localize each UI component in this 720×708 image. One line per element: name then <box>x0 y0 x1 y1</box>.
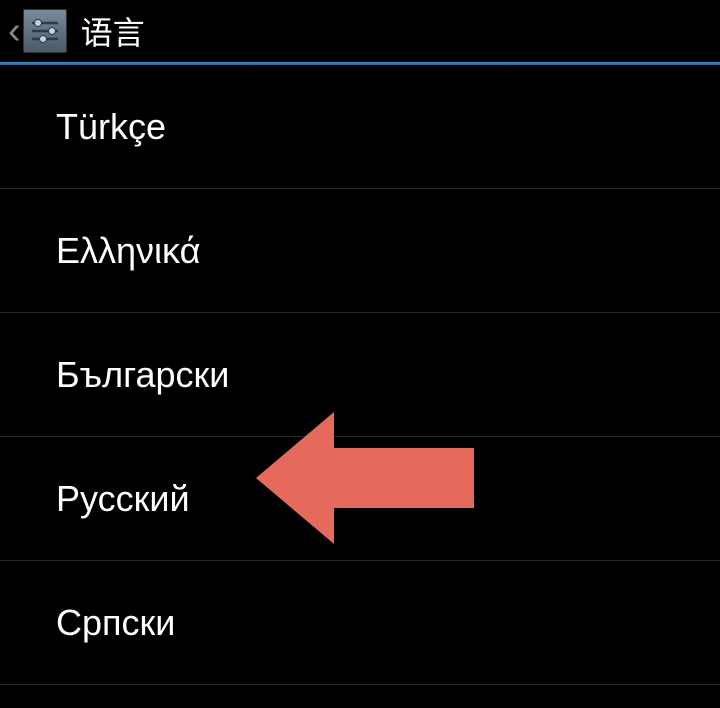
language-item-greek[interactable]: Ελληνικά <box>0 189 720 313</box>
language-item-turkish[interactable]: Türkçe <box>0 65 720 189</box>
language-label: Русский <box>56 478 190 520</box>
language-label: Türkçe <box>56 106 166 148</box>
language-item-russian[interactable]: Русский <box>0 437 720 561</box>
language-item-serbian[interactable]: Српски <box>0 561 720 685</box>
back-chevron-icon[interactable]: ‹ <box>8 12 21 50</box>
language-list: Türkçe Ελληνικά Български Русский Српски <box>0 65 720 685</box>
settings-icon[interactable] <box>23 9 67 53</box>
language-label: Български <box>56 354 229 396</box>
language-label: Ελληνικά <box>56 230 200 272</box>
language-label: Српски <box>56 602 175 644</box>
header-bar: ‹ 语言 <box>0 0 720 62</box>
page-title: 语言 <box>81 8 145 54</box>
language-item-bulgarian[interactable]: Български <box>0 313 720 437</box>
